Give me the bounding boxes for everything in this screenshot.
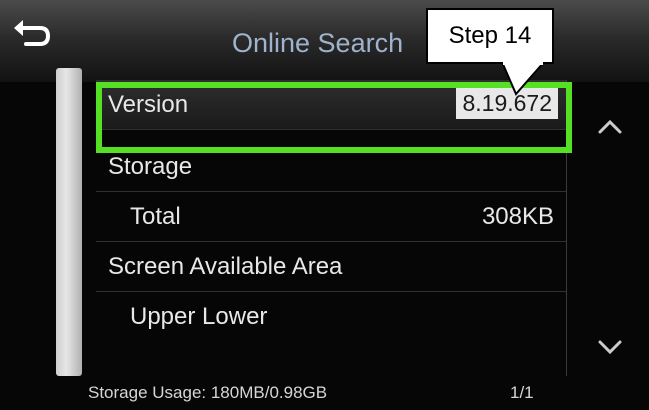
total-label: Total (130, 203, 181, 230)
list-item-total: Total 308KB (96, 192, 566, 242)
storage-usage-text: Storage Usage: 180MB/0.98GB (88, 383, 328, 402)
back-button[interactable] (10, 14, 62, 58)
infotainment-screen: Online Search Version 8.19.672 Storage T… (0, 0, 649, 410)
total-value: 308KB (481, 203, 554, 230)
page-title: Online Search (232, 28, 404, 58)
step-callout: Step 14 (426, 8, 554, 64)
scrollbar[interactable] (56, 68, 82, 376)
page-indicator: 1/1 (510, 383, 534, 402)
upper-lower-label: Upper Lower (130, 303, 268, 330)
status-bar: Storage Usage: 180MB/0.98GB 1/1 (0, 376, 649, 410)
chevron-up-icon[interactable] (592, 112, 628, 140)
screen-available-area-label: Screen Available Area (108, 253, 343, 280)
callout-pointer-icon (501, 62, 545, 96)
back-arrow-icon (14, 20, 51, 46)
storage-label: Storage (108, 153, 193, 180)
callout-text: Step 14 (448, 22, 532, 49)
list-item-screen-available-area: Screen Available Area (96, 242, 566, 292)
chevron-down-icon[interactable] (592, 334, 628, 362)
list-item-upper-lower: Upper Lower (96, 292, 566, 342)
